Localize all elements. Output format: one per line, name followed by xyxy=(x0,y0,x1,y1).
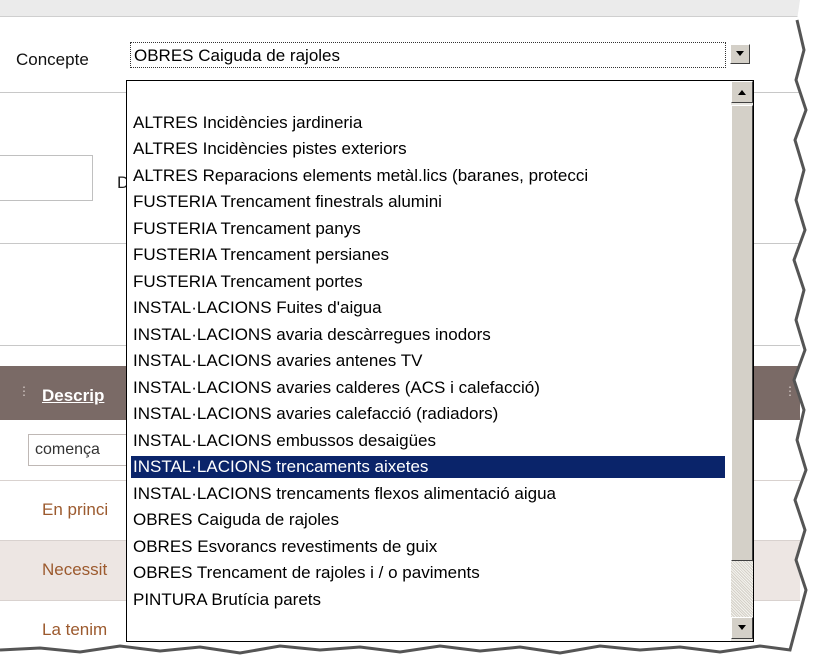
torn-page: Concepte OBRES Caiguda de rajoles D ⋮ ⋮⋮… xyxy=(0,0,824,668)
torn-edge-decoration xyxy=(0,0,824,668)
